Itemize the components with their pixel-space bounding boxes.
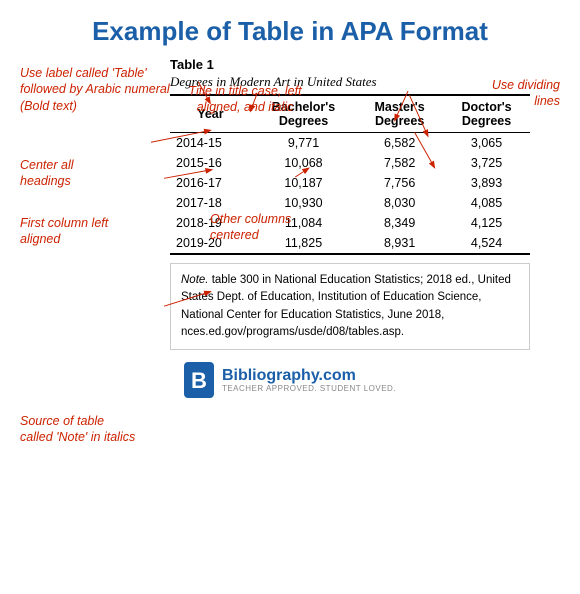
table-cell: 4,524 — [443, 233, 530, 254]
table-row: 2017-1810,9308,0304,085 — [170, 193, 530, 213]
bibliography-tagline: TEACHER APPROVED. STUDENT LOVED. — [222, 385, 396, 394]
svg-text:B: B — [191, 368, 207, 393]
table-cell: 2015-16 — [170, 153, 251, 173]
page-title: Example of Table in APA Format — [20, 16, 560, 47]
bibliography-text: Bibliography.com TEACHER APPROVED. STUDE… — [222, 367, 396, 393]
table-cell: 7,756 — [356, 173, 443, 193]
table-label: Table 1 — [170, 57, 530, 72]
table-cell: 2016-17 — [170, 173, 251, 193]
table-row: 2015-1610,0687,5823,725 — [170, 153, 530, 173]
annotation-center-headings: Center all headings — [20, 157, 100, 190]
table-row: 2014-159,7716,5823,065 — [170, 133, 530, 154]
table-cell: 2014-15 — [170, 133, 251, 154]
bibliography-logo: B Bibliography.com TEACHER APPROVED. STU… — [30, 362, 550, 398]
bibliography-icon: B — [184, 362, 214, 398]
table-cell: 3,065 — [443, 133, 530, 154]
table-cell: 10,068 — [251, 153, 356, 173]
col-header-masters: Master'sDegrees — [356, 95, 443, 133]
note-section: Note. table 300 in National Education St… — [170, 263, 530, 350]
table-cell: 2017-18 — [170, 193, 251, 213]
content-area: Use label called 'Table' followed by Ara… — [20, 57, 560, 398]
table-cell: 10,930 — [251, 193, 356, 213]
note-text: table 300 in National Education Statisti… — [181, 274, 511, 338]
table-cell: 7,582 — [356, 153, 443, 173]
note-label: Note. — [181, 274, 212, 286]
table-cell: 3,893 — [443, 173, 530, 193]
table-cell: 6,582 — [356, 133, 443, 154]
annotation-table-label: Use label called 'Table' followed by Ara… — [20, 65, 170, 114]
table-cell: 8,030 — [356, 193, 443, 213]
table-cell: 8,931 — [356, 233, 443, 254]
table-cell: 8,349 — [356, 213, 443, 233]
annotation-dividing-lines: Use dividing lines — [480, 77, 560, 110]
table-cell: 4,125 — [443, 213, 530, 233]
bibliography-name: Bibliography.com — [222, 367, 396, 385]
annotation-title-case: Title in title case, left aligned, and i… — [180, 83, 310, 116]
table-cell: 3,725 — [443, 153, 530, 173]
table-cell: 9,771 — [251, 133, 356, 154]
annotation-first-col: First column left aligned — [20, 215, 125, 248]
table-row: 2016-1710,1877,7563,893 — [170, 173, 530, 193]
table-cell: 4,085 — [443, 193, 530, 213]
annotation-other-cols: Other columns centered — [210, 211, 330, 244]
table-cell: 10,187 — [251, 173, 356, 193]
annotation-source-note: Source of table called 'Note' in italics — [20, 413, 140, 446]
page-wrapper: Example of Table in APA Format — [20, 16, 560, 398]
